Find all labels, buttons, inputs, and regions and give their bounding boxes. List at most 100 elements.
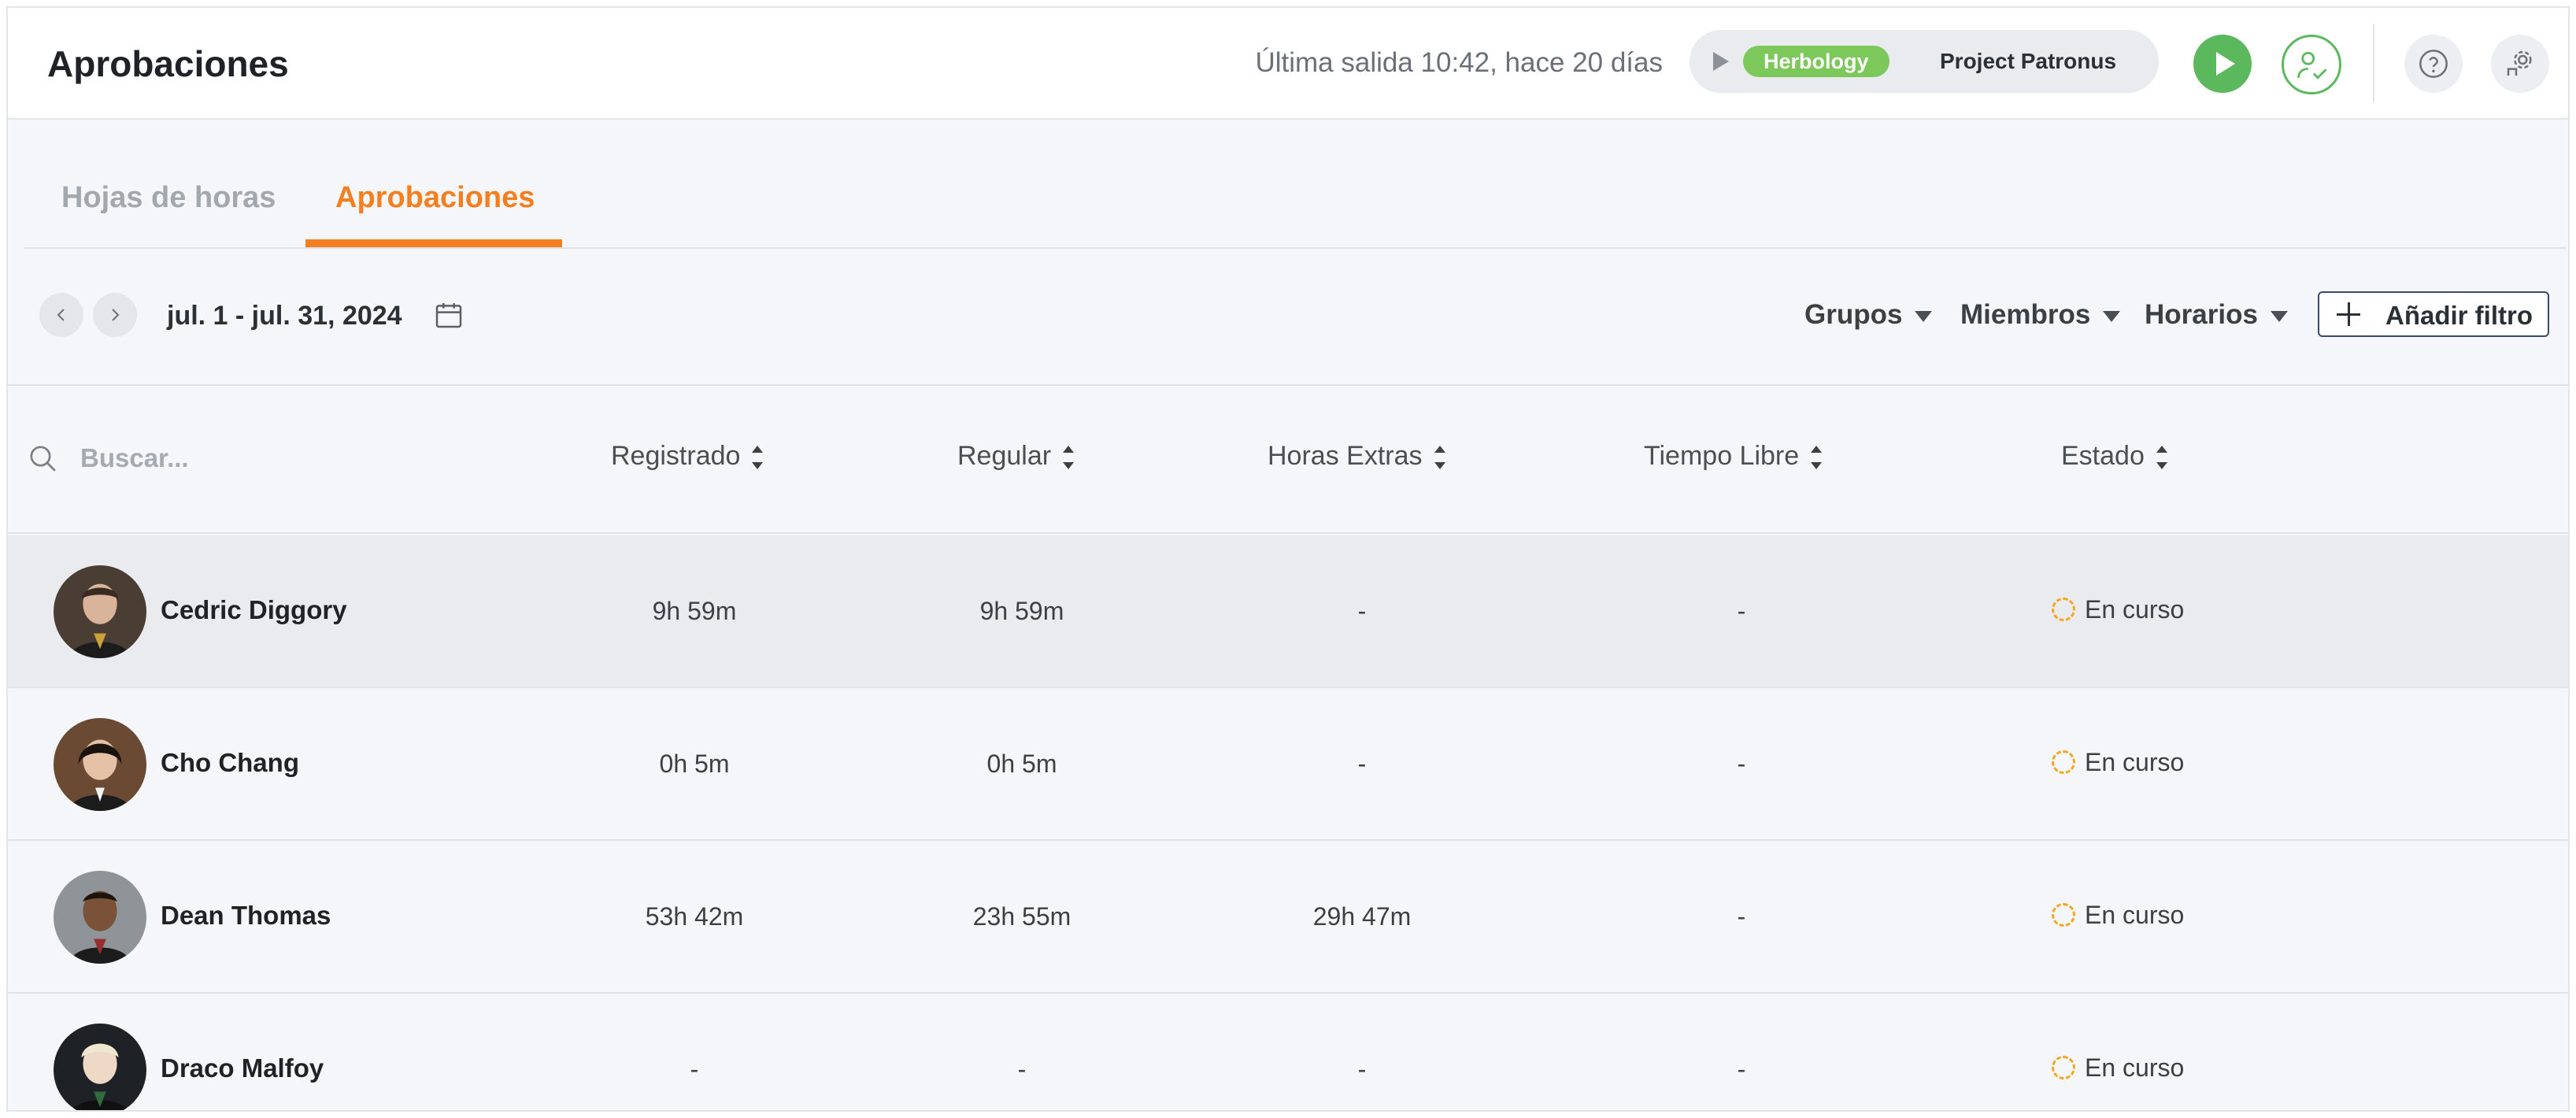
calendar-icon[interactable] [433,299,464,331]
settings-icon [2507,50,2532,76]
column-regular-label: Regular [957,441,1052,471]
filter-members-dropdown[interactable]: Miembros [1960,299,2121,331]
filter-schedules-label: Horarios [2145,299,2258,330]
column-time-off-label: Tiempo Libre [1644,441,1800,471]
date-filter-toolbar: jul. 1 - jul. 31, 2024 Grupos Miembros H… [8,249,2568,386]
registered-cell: 9h 59m [652,597,737,625]
table-row[interactable]: Cedric Diggory 9h 59m 9h 59m - - En curs… [8,535,2568,688]
filter-groups-label: Grupos [1804,299,1903,330]
caret-down-icon [2103,310,2121,322]
caret-down-icon [1915,310,1933,322]
next-period-button[interactable] [93,293,137,337]
overtime-cell: - [1357,750,1367,778]
regular-cell: 23h 55m [972,902,1071,931]
table-row[interactable]: Draco Malfoy - - - - En curso [8,994,2568,1110]
avatar [54,718,146,811]
sort-icon [1810,444,1823,471]
timer-project-selector[interactable]: Herbology Project Patronus [1690,30,2159,93]
settings-button[interactable] [2491,35,2549,93]
column-registered[interactable]: Registrado [611,441,764,472]
sort-icon [1062,444,1075,471]
status-badge: En curso [2052,901,2184,930]
search-input[interactable] [80,436,474,480]
column-status-label: Estado [2061,441,2145,471]
column-overtime-label: Horas Extras [1268,441,1423,471]
filter-groups-dropdown[interactable]: Grupos [1804,299,1933,331]
last-out-text: Última salida 10:42, hace 20 días [1255,47,1663,78]
page-title: Aprobaciones [47,43,289,84]
in-progress-icon [2052,1055,2075,1079]
member-name[interactable]: Dean Thomas [161,901,331,931]
member-name[interactable]: Cedric Diggory [161,595,347,625]
in-progress-icon [2052,902,2075,927]
table-header: Registrado Regular Horas Extras Tiempo L… [8,386,2568,534]
search-icon [30,446,56,472]
avatar-portrait-icon [54,1024,146,1110]
member-name[interactable]: Draco Malfoy [161,1053,324,1083]
table-row[interactable]: Cho Chang 0h 5m 0h 5m - - En curso [8,688,2568,841]
in-progress-icon [2052,750,2075,774]
avatar [54,871,146,964]
avatar-portrait-icon [54,718,146,811]
avatar-portrait-icon [54,871,146,964]
avatar-portrait-icon [54,565,146,658]
start-timer-button[interactable] [2193,35,2252,93]
chevron-left-icon [57,309,65,321]
active-tab-indicator [305,239,562,247]
approve-user-button[interactable] [2282,35,2341,94]
filter-members-label: Miembros [1960,299,2091,330]
help-button[interactable] [2404,35,2463,93]
sort-icon [2156,444,2168,471]
regular-cell: 0h 5m [986,750,1057,778]
avatar [54,1024,146,1110]
status-label: En curso [2085,1053,2185,1082]
filter-schedules-dropdown[interactable]: Horarios [2145,299,2288,331]
registered-cell: 0h 5m [659,750,730,778]
app-window: Aprobaciones Última salida 10:42, hace 2… [6,6,2570,1112]
avatar [54,565,146,658]
date-range-label[interactable]: jul. 1 - jul. 31, 2024 [167,301,402,331]
time-off-cell: - [1737,750,1746,778]
tab-timesheets[interactable]: Hojas de horas [61,181,276,215]
member-list: Cedric Diggory 9h 59m 9h 59m - - En curs… [8,535,2568,1110]
column-registered-label: Registrado [611,441,741,471]
add-filter-label: Añadir filtro [2385,301,2533,330]
column-regular[interactable]: Regular [957,441,1075,472]
previous-period-button[interactable] [39,293,83,337]
registered-cell: 53h 42m [645,902,744,931]
project-name: Project Patronus [1940,49,2117,73]
column-time-off[interactable]: Tiempo Libre [1644,441,1823,472]
time-off-cell: - [1737,597,1746,625]
regular-cell: - [1017,1055,1027,1083]
time-off-cell: - [1737,902,1746,931]
in-progress-icon [2052,597,2075,621]
tab-approvals[interactable]: Aprobaciones [335,181,535,215]
column-status[interactable]: Estado [2061,441,2168,472]
status-label: En curso [2085,748,2185,776]
header-divider [2373,24,2374,102]
caret-down-icon [2270,310,2288,322]
tab-bar: Hojas de horas Aprobaciones [24,165,2567,249]
overtime-cell: - [1357,597,1367,625]
add-filter-button[interactable]: Añadir filtro [2318,291,2549,337]
top-header: Aprobaciones Última salida 10:42, hace 2… [8,8,2568,120]
status-label: En curso [2085,901,2185,929]
registered-cell: - [690,1055,699,1083]
play-small-icon [1713,52,1729,71]
sort-icon [1434,444,1446,471]
column-overtime[interactable]: Horas Extras [1268,441,1446,472]
overtime-cell: 29h 47m [1312,902,1412,931]
chevron-right-icon [112,309,120,321]
user-check-icon [2297,51,2327,80]
overtime-cell: - [1357,1055,1367,1083]
sort-icon [751,444,764,471]
table-row[interactable]: Dean Thomas 53h 42m 23h 55m 29h 47m - En… [8,841,2568,994]
help-icon [2419,50,2448,78]
time-off-cell: - [1737,1055,1746,1083]
project-tag: Herbology [1743,46,1889,77]
member-name[interactable]: Cho Chang [161,748,299,778]
status-badge: En curso [2052,595,2184,624]
plus-icon [2337,302,2360,326]
status-badge: En curso [2052,1053,2184,1083]
status-badge: En curso [2052,748,2184,777]
